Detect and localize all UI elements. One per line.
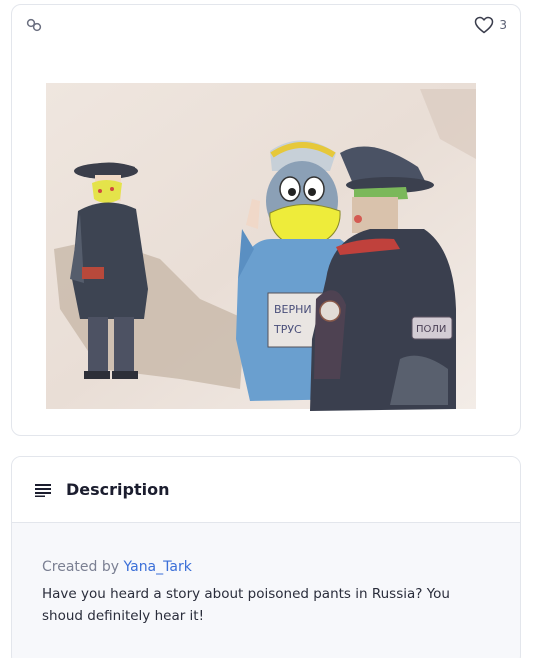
list-icon [35,483,51,497]
heart-icon [475,16,494,34]
link-icon[interactable] [26,18,42,32]
like-count: 3 [499,18,507,32]
description-text: Have you heard a story about poisoned pa… [42,586,450,624]
artwork-image[interactable]: ВЕРНИ ТРУС ПОЛИ [40,79,492,415]
artwork-card: 3 ВЕРНИ ТРУС ПОЛИ [11,4,521,436]
created-by-label: Created by [42,559,120,575]
like-button[interactable]: 3 [474,16,507,34]
author-link[interactable]: Yana_Tark [123,559,191,575]
sign-text-line-2: ТРУС [273,323,302,336]
sign-text-line-1: ВЕРНИ [274,303,312,316]
created-by-line: Created by Yana_Tark [42,559,490,575]
badge-text: ПОЛИ [416,324,446,335]
description-header: Description [12,457,520,523]
description-title: Description [66,480,170,499]
description-body: Created by Yana_Tark Have you heard a st… [12,523,520,627]
description-card: Description Created by Yana_Tark Have yo… [11,456,521,658]
